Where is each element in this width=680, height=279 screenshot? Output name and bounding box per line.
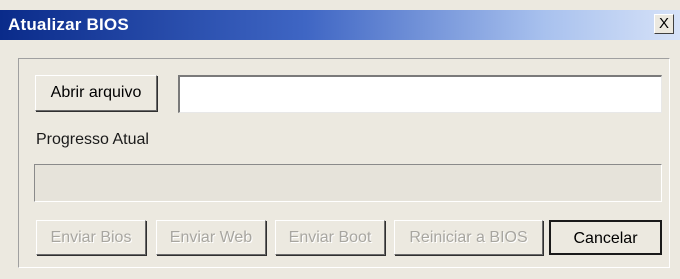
dialog-title: Atualizar BIOS bbox=[8, 15, 129, 34]
open-file-button[interactable]: Abrir arquivo bbox=[35, 75, 157, 111]
send-bios-button[interactable]: Enviar Bios bbox=[36, 220, 146, 255]
close-button[interactable]: X bbox=[654, 14, 674, 34]
title-bar[interactable]: Atualizar BIOS X bbox=[0, 10, 680, 40]
send-boot-button[interactable]: Enviar Boot bbox=[275, 220, 385, 255]
restart-bios-button[interactable]: Reiniciar a BIOS bbox=[394, 220, 543, 255]
progress-label: Progresso Atual bbox=[36, 131, 149, 148]
cancel-button[interactable]: Cancelar bbox=[549, 220, 662, 255]
file-path-input[interactable] bbox=[178, 75, 662, 113]
update-bios-dialog: Atualizar BIOS X Abrir arquivo Progresso… bbox=[0, 0, 680, 279]
close-icon: X bbox=[658, 15, 669, 32]
send-web-button[interactable]: Enviar Web bbox=[156, 220, 266, 255]
progress-bar bbox=[34, 164, 662, 202]
